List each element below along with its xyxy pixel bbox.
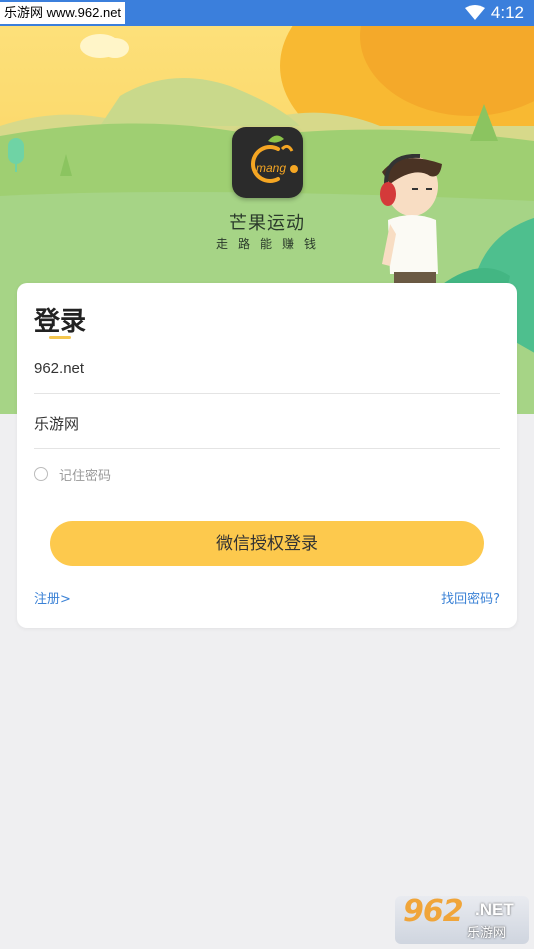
watermark-net: .NET — [475, 900, 514, 919]
username-input[interactable] — [34, 343, 500, 393]
forgot-password-link[interactable]: 找回密码? — [441, 588, 500, 607]
username-field[interactable] — [34, 343, 500, 394]
status-bar: 乐游网 www.962.net 4:12 — [0, 0, 534, 26]
password-field[interactable] — [34, 398, 500, 449]
app-slogan: 走路能赚钱 — [215, 237, 326, 251]
status-time: 4:12 — [490, 3, 524, 22]
wechat-login-button[interactable]: 微信授权登录 — [50, 521, 484, 566]
app-name: 芒果运动 — [229, 213, 305, 234]
remember-radio[interactable] — [34, 467, 48, 481]
watermark-logo: 962 .NET 乐游网 — [395, 896, 529, 944]
watermark-cn: 乐游网 — [467, 926, 507, 941]
login-title: 登录 — [34, 307, 87, 337]
wifi-icon — [465, 5, 485, 25]
logo-text: mang — [256, 161, 286, 175]
login-card: 登录 记住密码 微信授权登录 注册> 找回密码? — [17, 283, 517, 628]
register-link[interactable]: 注册> — [34, 588, 71, 607]
watermark-number: 962 — [403, 896, 464, 929]
mango-logo-icon: mang — [232, 127, 303, 198]
password-input[interactable] — [34, 398, 500, 448]
watermark-text: 乐游网 www.962.net — [0, 2, 126, 24]
remember-password[interactable]: 记住密码 — [34, 463, 111, 485]
title-underline — [49, 336, 71, 339]
remember-label: 记住密码 — [59, 468, 112, 484]
